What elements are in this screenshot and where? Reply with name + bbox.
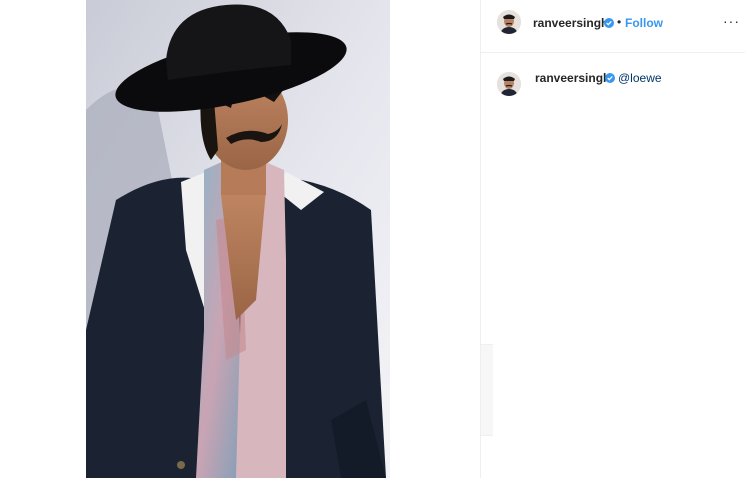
verified-badge-icon <box>605 73 615 83</box>
post-sidebar: ranveersingh • Follow ··· ranveersingh @… <box>481 0 745 478</box>
post-photo[interactable] <box>86 0 390 478</box>
avatar-image <box>497 10 521 34</box>
post-media-pane <box>0 0 480 478</box>
more-options-icon[interactable]: ··· <box>723 13 740 29</box>
verified-badge-icon <box>604 18 614 28</box>
post-photo-illustration <box>86 0 390 478</box>
scroll-region-marker <box>481 344 493 436</box>
follow-button[interactable]: Follow <box>625 16 663 30</box>
post-header: ranveersingh • Follow ··· <box>481 0 745 53</box>
header-separator: • <box>617 15 622 29</box>
caption-text: @loewe <box>618 71 662 85</box>
avatar-image <box>497 72 521 96</box>
author-avatar[interactable] <box>497 10 521 34</box>
caption-username[interactable]: ranveersingh <box>535 71 610 85</box>
caption-mention-link[interactable]: @loewe <box>618 71 662 85</box>
caption-author-avatar[interactable] <box>497 72 521 96</box>
author-username[interactable]: ranveersingh <box>533 16 608 30</box>
